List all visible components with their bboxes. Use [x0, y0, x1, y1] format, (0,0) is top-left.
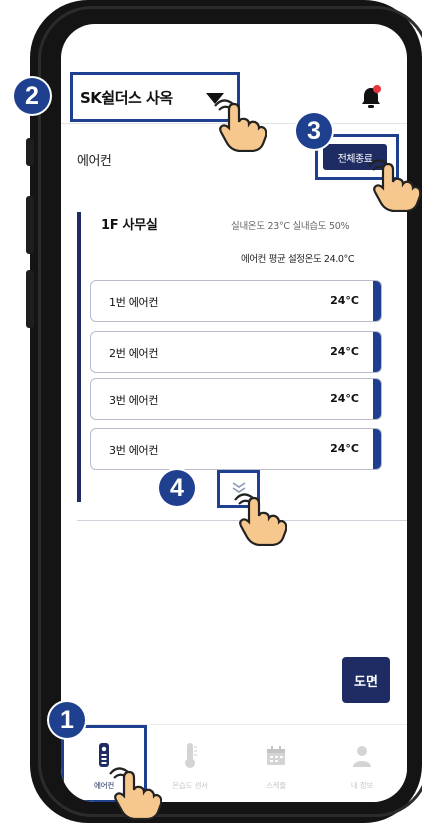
ac-card[interactable]: 2번 에어컨 24°C — [90, 331, 382, 373]
ac-temp: 24°C — [330, 442, 359, 455]
ac-name: 1번 에어컨 — [109, 296, 159, 309]
ac-temp: 24°C — [330, 345, 359, 358]
step-badge-3: 3 — [296, 113, 332, 149]
ac-card[interactable]: 3번 에어컨 24°C — [90, 378, 382, 420]
tab-schedule[interactable]: 스케쥴 — [233, 725, 319, 802]
pointer-hand-icon — [368, 159, 421, 212]
ac-card[interactable]: 1번 에어컨 24°C — [90, 280, 382, 322]
pointer-hand-icon — [234, 493, 287, 546]
floorplan-button[interactable]: 도면 — [342, 657, 390, 703]
tab-label: 내 정보 — [350, 781, 374, 790]
bell-icon[interactable] — [360, 84, 382, 110]
section-title: 에어컨 — [77, 154, 112, 169]
ac-name: 2번 에어컨 — [109, 347, 159, 360]
step-badge-1: 1 — [49, 702, 85, 738]
pointer-hand-icon — [214, 99, 267, 152]
phone-side-button — [26, 270, 34, 328]
step-badge-2: 2 — [14, 78, 50, 114]
person-icon — [353, 746, 371, 767]
room-indoor-status: 실내온도 23°C 실내습도 50% — [231, 221, 350, 232]
tab-label: 스케쥴 — [265, 781, 287, 790]
step-badge-4: 4 — [159, 470, 195, 506]
phone-side-button — [26, 138, 34, 166]
ac-card[interactable]: 3번 에어컨 24°C — [90, 428, 382, 470]
room-avg-setpoint: 에어컨 평균 설정온도 24.0°C — [241, 254, 355, 265]
ac-temp: 24°C — [330, 392, 359, 405]
ac-temp: 24°C — [330, 294, 359, 307]
ac-name: 3번 에어컨 — [109, 444, 159, 457]
room-name: 1F 사무실 — [101, 218, 158, 233]
ac-name: 3번 에어컨 — [109, 394, 159, 407]
pointer-hand-icon — [109, 767, 162, 820]
calendar-icon — [267, 746, 285, 765]
phone-side-button — [26, 196, 34, 254]
tab-my-info[interactable]: 내 정보 — [319, 725, 405, 802]
room-accent-bar — [77, 212, 81, 502]
thermometer-icon — [185, 743, 197, 768]
site-name: SK쉴더스 사옥 — [80, 88, 173, 107]
notification-dot — [373, 85, 381, 93]
